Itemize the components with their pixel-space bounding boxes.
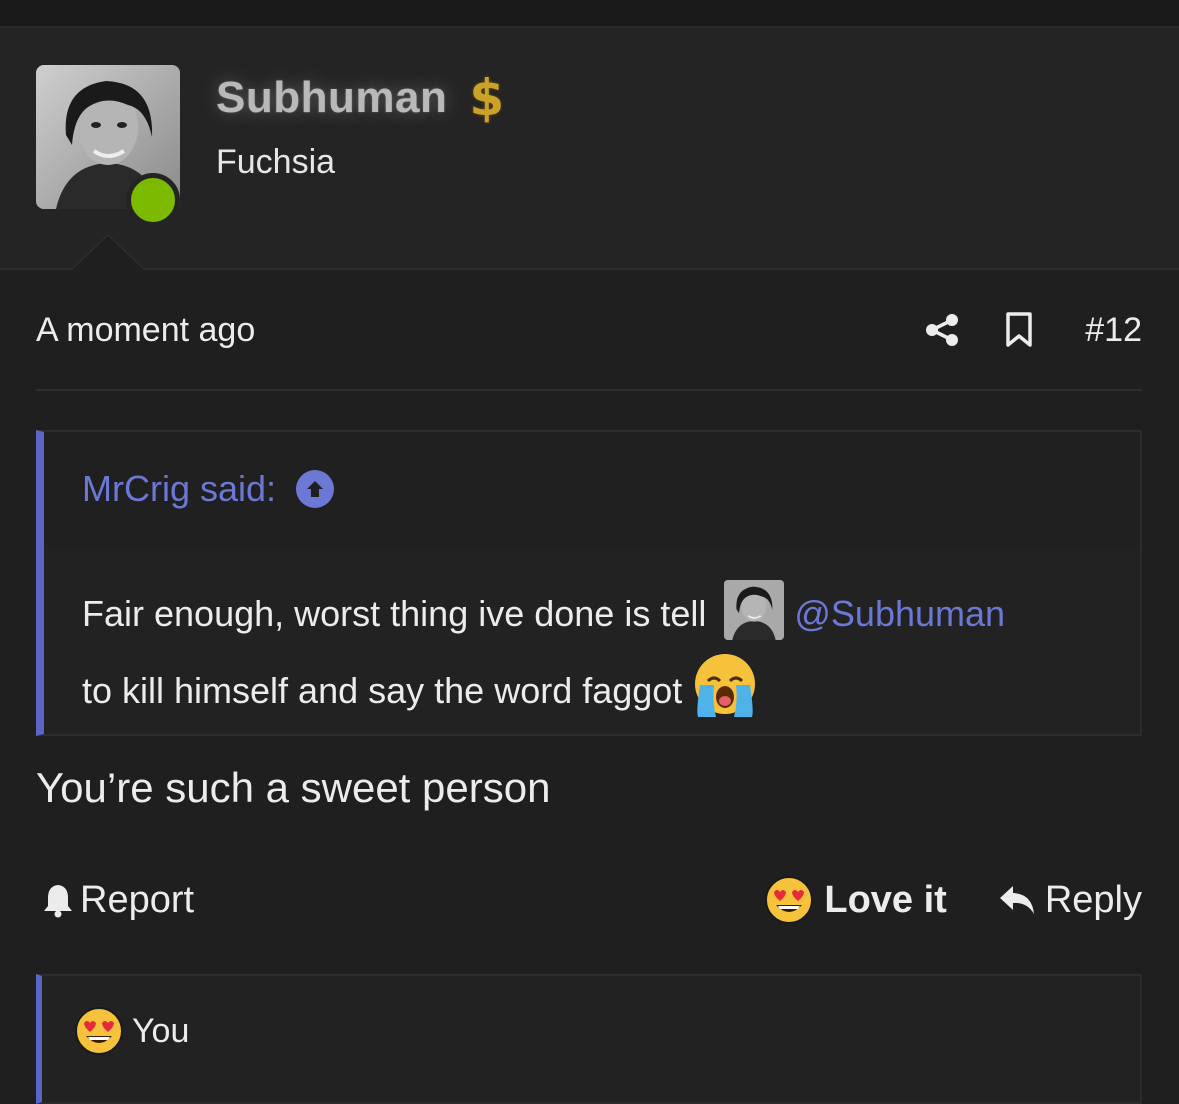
username-row: Subhuman $ — [216, 68, 504, 128]
reply-label: Reply — [1044, 878, 1142, 921]
notch — [72, 236, 144, 270]
reply-arrow-icon — [999, 886, 1034, 914]
quote-header: MrCrig said: — [44, 432, 1140, 546]
bell-icon — [44, 885, 72, 918]
user-title: Fuchsia — [216, 143, 336, 181]
love-it-label: Love it — [824, 878, 947, 921]
dollar-icon: $ — [469, 69, 505, 127]
jump-to-quote-icon[interactable] — [296, 470, 335, 508]
reaction-summary[interactable]: You — [74, 1006, 189, 1056]
post-right-actions: Love it Reply — [764, 875, 1142, 925]
online-status-dot — [126, 173, 180, 227]
report-label: Report — [80, 878, 195, 921]
top-strip — [0, 0, 1179, 28]
post-action-bar: Report Love it Reply — [40, 868, 1142, 932]
quote-author-link[interactable]: MrCrig said: — [82, 468, 276, 510]
post-number[interactable]: #12 — [1085, 311, 1142, 350]
report-button[interactable]: Report — [40, 879, 194, 922]
bookmark-icon[interactable] — [1005, 312, 1033, 348]
user-header: Subhuman $ Fuchsia — [0, 28, 1179, 270]
quote-body: Fair enough, worst thing ive done is tel… — [44, 546, 1140, 728]
post-timestamp[interactable]: A moment ago — [36, 311, 255, 350]
post-meta: A moment ago #12 — [36, 300, 1142, 360]
quote-block: MrCrig said: Fair enough, worst thing iv… — [36, 430, 1142, 736]
love-it-button[interactable]: Love it — [764, 875, 947, 925]
user-mention-link[interactable]: @Subhuman — [794, 593, 1005, 634]
share-icon[interactable] — [925, 313, 959, 347]
meta-divider — [36, 389, 1142, 391]
reaction-users: You — [132, 1011, 190, 1050]
heart-eyes-emoji-icon — [75, 1007, 123, 1055]
username[interactable]: Subhuman — [216, 73, 447, 123]
crying-emoji-icon — [695, 654, 756, 717]
heart-eyes-emoji-icon — [765, 876, 814, 924]
post-meta-actions: #12 — [925, 311, 1142, 350]
quote-text-after: to kill himself and say the word faggot — [82, 670, 683, 711]
post-message: You’re such a sweet person — [36, 764, 551, 811]
reply-button[interactable]: Reply — [997, 879, 1142, 922]
quote-text-before: Fair enough, worst thing ive done is tel… — [82, 593, 717, 634]
mention-avatar — [724, 580, 785, 640]
